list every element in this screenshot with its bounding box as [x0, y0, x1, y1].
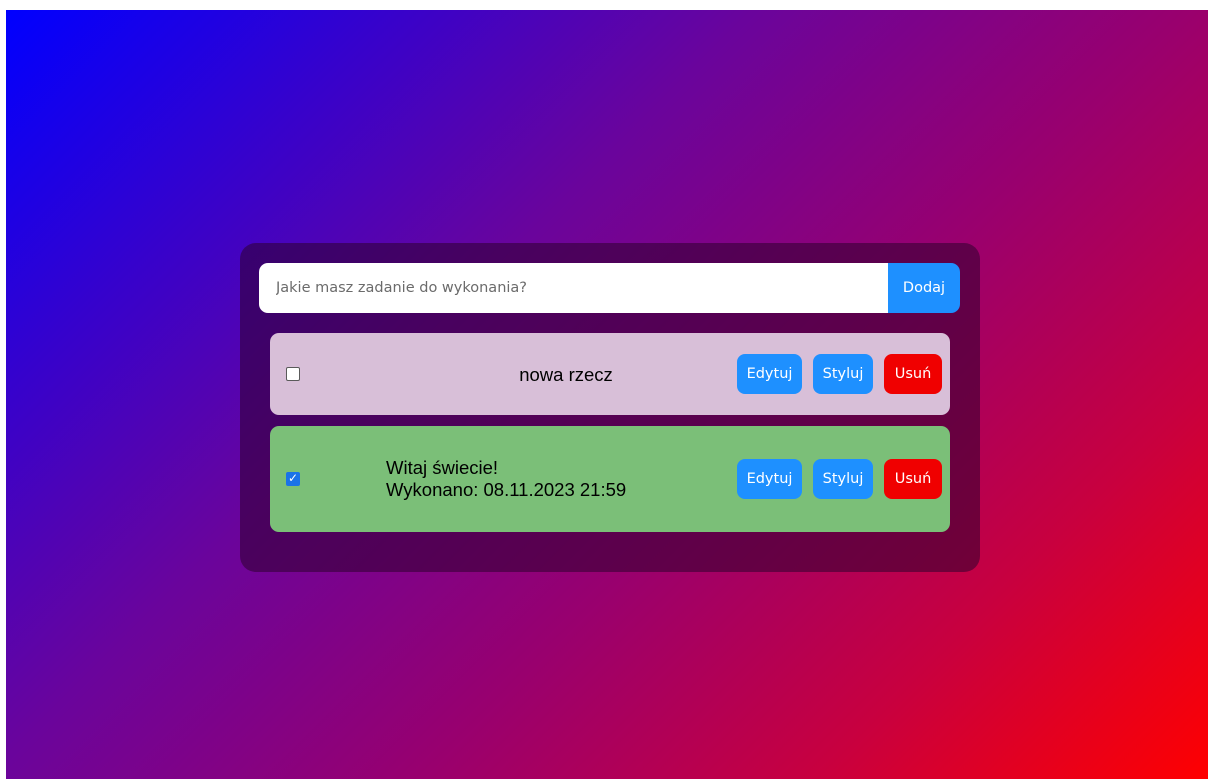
- task-checkbox[interactable]: [286, 367, 300, 381]
- add-button[interactable]: Dodaj: [888, 263, 960, 313]
- delete-button[interactable]: Usuń: [884, 459, 942, 499]
- add-task-form: Dodaj: [259, 263, 960, 313]
- checkmark-icon: ✓: [288, 471, 299, 485]
- task-actions: Edytuj Styluj Usuń: [737, 459, 942, 499]
- todo-panel: Dodaj nowa rzecz Edytuj Styluj Usuń ✓ Wi…: [240, 243, 980, 572]
- style-button[interactable]: Styluj: [813, 459, 873, 499]
- task-completed-timestamp: Wykonano: 08.11.2023 21:59: [386, 479, 627, 500]
- task-text: nowa rzecz: [420, 364, 712, 386]
- task-text: Witaj świecie! Wykonano: 08.11.2023 21:5…: [386, 457, 626, 501]
- task-title: Witaj świecie!: [386, 457, 499, 478]
- task-title: nowa rzecz: [519, 364, 613, 385]
- edit-button[interactable]: Edytuj: [737, 354, 802, 394]
- task-item: nowa rzecz Edytuj Styluj Usuń: [270, 333, 950, 415]
- task-actions: Edytuj Styluj Usuń: [737, 354, 942, 394]
- delete-button[interactable]: Usuń: [884, 354, 942, 394]
- style-button[interactable]: Styluj: [813, 354, 873, 394]
- task-item-completed: ✓ Witaj świecie! Wykonano: 08.11.2023 21…: [270, 426, 950, 532]
- edit-button[interactable]: Edytuj: [737, 459, 802, 499]
- app-background: Dodaj nowa rzecz Edytuj Styluj Usuń ✓ Wi…: [6, 10, 1208, 779]
- task-checkbox-checked[interactable]: ✓: [286, 472, 300, 486]
- task-input[interactable]: [259, 263, 888, 313]
